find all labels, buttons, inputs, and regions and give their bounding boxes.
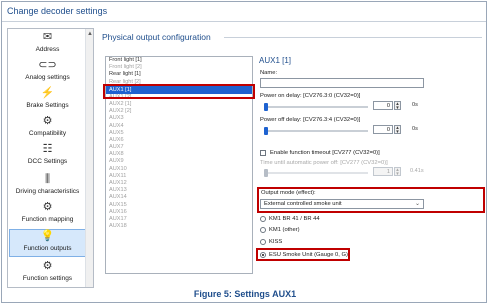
- sidebar-item-label: Driving characteristics: [15, 188, 80, 195]
- output-list-item[interactable]: AUX12: [106, 180, 252, 187]
- function-mapping-icon: ⚙: [42, 201, 53, 213]
- power-off-delay-value[interactable]: 0: [373, 125, 393, 134]
- sidebar-item-label: Analog settings: [25, 74, 70, 81]
- output-list-item[interactable]: AUX14: [106, 194, 252, 201]
- sidebar-item-label: Compatibility: [28, 130, 67, 137]
- power-on-delay-slider-thumb[interactable]: [264, 103, 268, 111]
- title-bar: Change decoder settings: [2, 2, 486, 22]
- auto-off-slider[interactable]: [264, 172, 368, 174]
- sidebar-item-dcc-settings[interactable]: ☷ DCC Settings: [9, 143, 86, 171]
- power-off-delay-unit: 0s: [412, 126, 418, 132]
- name-label: Name:: [260, 70, 278, 76]
- sidebar-scrollbar[interactable]: ▲: [85, 29, 93, 287]
- output-list-item[interactable]: AUX16: [106, 209, 252, 216]
- output-list-item[interactable]: AUX11: [106, 173, 252, 180]
- driving-icon: ⫼: [44, 173, 51, 185]
- power-on-delay-slider[interactable]: [264, 106, 368, 108]
- auto-off-spinner[interactable]: ▲ ▼: [394, 167, 401, 176]
- function-timeout-label: Enable function timeout [CV277 (CV32=0)]: [270, 150, 380, 156]
- output-list-item[interactable]: AUX10: [106, 166, 252, 173]
- power-off-delay-spinner[interactable]: ▲ ▼: [394, 125, 401, 134]
- highlight-frame-output: [103, 84, 255, 99]
- auto-off-label: Time until automatic power off: [CV277 (…: [260, 160, 388, 166]
- sidebar-item-address[interactable]: ✉ Address: [9, 31, 86, 57]
- output-list-item[interactable]: AUX8: [106, 151, 252, 158]
- output-list-item[interactable]: AUX17: [106, 216, 252, 223]
- power-on-delay-label: Power on delay: [CV276.3:0 (CV32=0)]: [260, 93, 361, 99]
- output-title: AUX1 [1]: [259, 56, 292, 65]
- power-off-delay-slider-thumb[interactable]: [264, 127, 268, 135]
- sidebar-item-label: Function outputs: [23, 245, 72, 252]
- auto-off-value[interactable]: 1: [373, 167, 393, 176]
- sidebar-item-label: Function mapping: [21, 216, 74, 223]
- output-list-item[interactable]: AUX2 [1]: [106, 101, 252, 108]
- output-list-item[interactable]: AUX18: [106, 223, 252, 230]
- sidebar-item-label: Address: [35, 46, 60, 53]
- envelope-icon: ✉: [42, 31, 53, 43]
- radio-km1-br41[interactable]: [260, 216, 266, 222]
- sidebar-item-function-settings[interactable]: ⚙ Function settings: [9, 260, 86, 286]
- radio-km1-other[interactable]: [260, 227, 266, 233]
- section-title: Physical output configuration: [102, 32, 211, 42]
- output-list-item[interactable]: AUX13: [106, 187, 252, 194]
- power-on-delay-value[interactable]: 0: [373, 101, 393, 110]
- compatibility-icon: ⚙: [42, 115, 53, 127]
- function-timeout-checkbox[interactable]: [260, 150, 266, 156]
- radio-kiss[interactable]: [260, 239, 266, 245]
- highlight-frame-esu: [256, 248, 350, 261]
- sidebar-item-driving-characteristics[interactable]: ⫼ Driving characteristics: [9, 173, 86, 199]
- window: Change decoder settings ✉ Address ⊂⊃ Ana…: [1, 1, 487, 303]
- sidebar-item-analog-settings[interactable]: ⊂⊃ Analog settings: [9, 59, 86, 85]
- radio-label-km1-br41: KM1 BR 41 / BR 44: [269, 216, 320, 222]
- sidebar-item-function-outputs[interactable]: 💡 Function outputs: [9, 229, 86, 257]
- radio-label-kiss: KISS: [269, 239, 283, 245]
- function-settings-icon: ⚙: [42, 260, 53, 272]
- output-list-item[interactable]: Front light [2]: [106, 64, 252, 71]
- output-list-item[interactable]: AUX7: [106, 144, 252, 151]
- brake-icon: ⚡: [40, 87, 55, 99]
- function-outputs-icon: 💡: [40, 230, 55, 242]
- power-off-delay-slider[interactable]: [264, 130, 368, 132]
- auto-off-unit: 0.41s: [410, 168, 424, 174]
- power-on-delay-spinner[interactable]: ▲ ▼: [394, 101, 401, 110]
- output-list-item[interactable]: AUX4: [106, 123, 252, 130]
- sidebar-item-function-mapping[interactable]: ⚙ Function mapping: [9, 201, 86, 227]
- sidebar-item-label: Function settings: [22, 275, 73, 282]
- section-divider: [224, 37, 482, 38]
- dcc-icon: ☷: [42, 143, 53, 155]
- auto-off-slider-thumb[interactable]: [264, 169, 268, 177]
- output-list-item[interactable]: AUX15: [106, 202, 252, 209]
- output-list-item[interactable]: AUX6: [106, 137, 252, 144]
- sidebar-item-label: Brake Settings: [26, 102, 69, 109]
- sidebar-item-compatibility[interactable]: ⚙ Compatibility: [9, 115, 86, 141]
- window-title: Change decoder settings: [7, 6, 108, 16]
- figure-caption: Figure 5: Settings AUX1: [193, 289, 297, 299]
- output-list-item[interactable]: AUX9: [106, 158, 252, 165]
- sidebar-item-label: DCC Settings: [27, 158, 68, 165]
- output-list-item[interactable]: Front light [1]: [106, 57, 252, 64]
- power-on-delay-unit: 0s: [412, 102, 418, 108]
- scroll-up-arrow-icon[interactable]: ▲: [87, 31, 93, 37]
- output-list-item[interactable]: AUX5: [106, 130, 252, 137]
- output-list-item[interactable]: AUX3: [106, 115, 252, 122]
- analog-icon: ⊂⊃: [38, 59, 57, 71]
- output-list-item[interactable]: AUX2 [2]: [106, 108, 252, 115]
- name-field[interactable]: [260, 78, 424, 88]
- highlight-frame-mode: [257, 187, 485, 213]
- radio-label-km1-other: KM1 (other): [269, 227, 300, 233]
- settings-sidebar: ✉ Address ⊂⊃ Analog settings ⚡ Brake Set…: [7, 28, 94, 288]
- output-list-item[interactable]: Rear light [1]: [106, 71, 252, 78]
- sidebar-item-brake-settings[interactable]: ⚡ Brake Settings: [9, 87, 86, 113]
- power-off-delay-label: Power off delay: [CV276.3:4 (CV32=0)]: [260, 117, 361, 123]
